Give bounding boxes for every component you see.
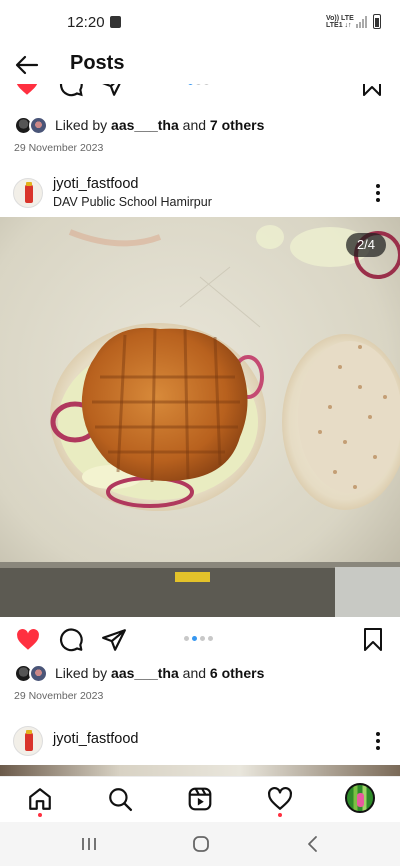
carousel-dot [184,636,189,641]
share-icon[interactable] [101,627,127,653]
home-button-icon[interactable] [191,834,211,854]
likes-others[interactable]: 7 others [210,117,264,133]
back-icon[interactable] [303,834,323,854]
search-icon[interactable] [107,786,133,812]
post-actions [0,625,400,653]
likes-middle: and [178,665,210,681]
avatar [29,664,48,683]
back-arrow-icon[interactable] [14,52,40,78]
liker-username[interactable]: aas___tha [111,665,179,681]
post-header: jyoti_fastfood DAV Public School Hamirpu… [0,175,400,215]
carousel-dot-active [192,636,197,641]
bottom-navigation [0,776,400,822]
activity-heart-icon[interactable] [267,786,293,812]
save-icon[interactable] [360,627,386,653]
signal-icon [356,16,367,28]
save-icon[interactable] [360,84,384,98]
likes-text: Liked by aas___tha and 7 others [55,117,264,133]
share-icon[interactable] [100,84,126,98]
status-bar: 12:20 Vo)) LTE LTE1 ↓↑ [0,0,400,46]
likes-text: Liked by aas___tha and 6 others [55,665,264,681]
post-header: jyoti_fastfood [0,723,400,763]
system-navigation-bar [0,822,400,866]
likes-summary[interactable]: Liked by aas___tha and 7 others [14,114,264,136]
network-indicator: Vo)) LTE LTE1 ↓↑ [326,15,354,29]
page-title: Posts [70,52,125,74]
liked-heart-icon[interactable] [14,84,40,98]
carousel-dots-previous [188,84,209,85]
app-header: Posts [0,46,400,84]
comment-icon[interactable] [58,627,84,653]
recents-icon[interactable] [79,834,99,854]
post-date: 29 November 2023 [14,142,104,154]
carousel-dot [208,636,213,641]
liker-username[interactable]: aas___tha [111,117,179,133]
profile-avatar[interactable] [345,783,375,813]
reels-icon[interactable] [187,786,213,812]
carousel-dots [184,636,213,641]
liker-avatars [14,115,50,135]
post-date: 29 November 2023 [14,690,104,702]
status-time: 12:20 [67,14,105,31]
more-options-icon[interactable] [372,183,384,203]
battery-icon [373,14,381,29]
network-line-2: LTE1 ↓↑ [326,22,352,29]
post-image[interactable] [0,217,400,617]
post-username[interactable]: jyoti_fastfood [53,731,138,747]
home-icon[interactable] [27,786,53,812]
post-username[interactable]: jyoti_fastfood [53,176,138,192]
likes-middle: and [178,117,210,133]
post-location[interactable]: DAV Public School Hamirpur [53,195,212,209]
liked-heart-icon[interactable] [15,627,41,653]
network-line-1: Vo)) LTE [326,15,354,22]
more-options-icon[interactable] [372,731,384,751]
previous-post-actions [0,84,400,104]
likes-summary[interactable]: Liked by aas___tha and 6 others [14,662,264,684]
likes-prefix: Liked by [55,665,112,681]
image-counter: 2/4 [346,233,386,257]
avatar [29,116,48,135]
likes-prefix: Liked by [55,117,112,133]
comment-icon[interactable] [58,84,84,98]
activity-notification-dot [278,813,282,817]
avatar[interactable] [13,726,43,756]
carousel-dot [200,636,205,641]
likes-others[interactable]: 6 others [210,665,264,681]
liker-avatars [14,663,50,683]
notification-icon [110,16,121,28]
avatar[interactable] [13,178,43,208]
next-post-image-edge [0,765,400,776]
home-notification-dot [38,813,42,817]
